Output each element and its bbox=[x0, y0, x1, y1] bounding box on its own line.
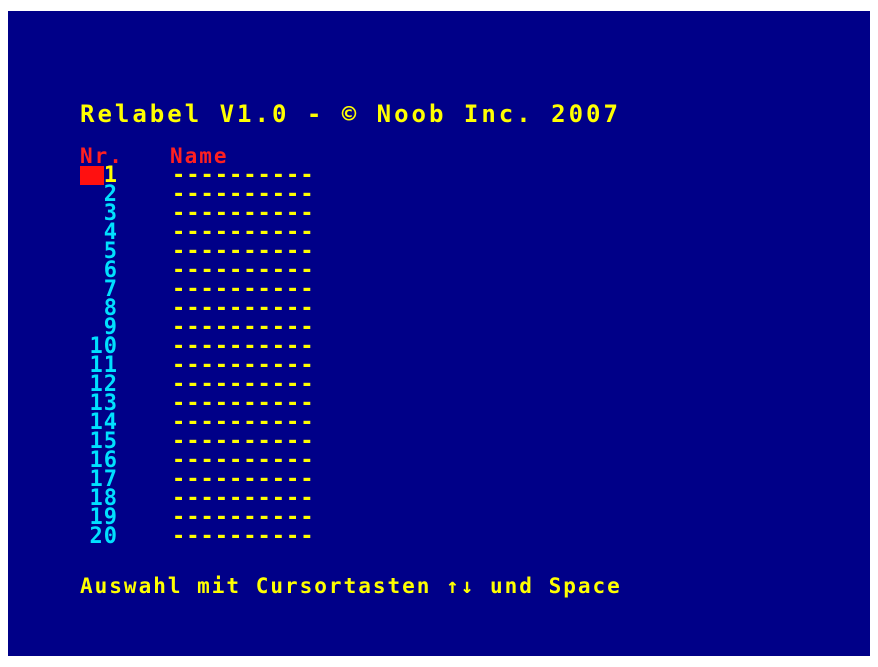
row-name: ---------- bbox=[172, 524, 315, 549]
list-item[interactable]: 20 ---------- bbox=[80, 524, 380, 549]
label-list: 1 ---------- 2 ---------- 3 ---------- 4 ------… bbox=[80, 165, 380, 549]
row-number: 20 bbox=[89, 524, 118, 549]
footer-hint: Auswahl mit Cursortasten ↑↓ und Space bbox=[80, 574, 622, 598]
retro-screen: Relabel V1.0 - © Noob Inc. 2007 Nr. Name… bbox=[8, 11, 870, 656]
app-title: Relabel V1.0 - © Noob Inc. 2007 bbox=[80, 100, 621, 128]
